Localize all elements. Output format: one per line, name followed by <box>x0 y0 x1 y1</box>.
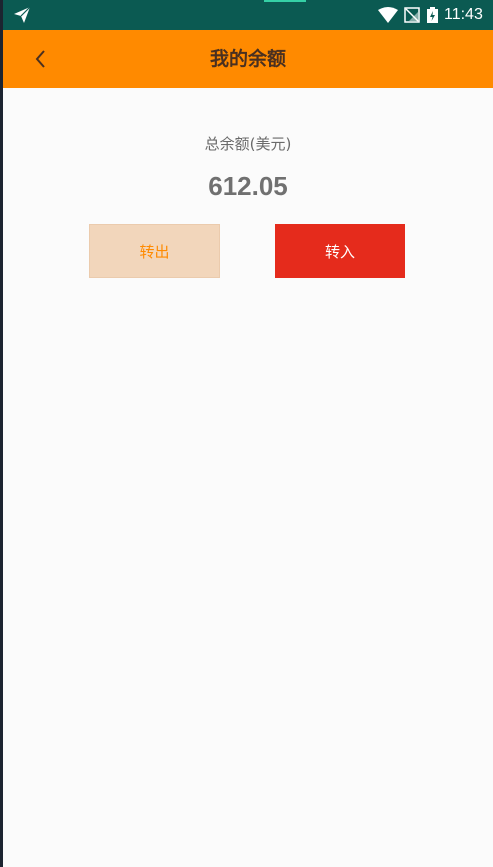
notification-indicator <box>264 0 306 2</box>
status-time: 11:43 <box>444 6 483 23</box>
balance-value: 612.05 <box>208 171 288 201</box>
send-icon <box>14 6 31 23</box>
app-screen: 11:43 我的余额 总余额(美元) 612.05 转出 转入 <box>3 0 493 867</box>
transfer-out-button[interactable]: 转出 <box>89 224 220 278</box>
page-title: 我的余额 <box>209 48 286 70</box>
app-bar: 我的余额 <box>3 30 493 88</box>
transfer-in-button[interactable]: 转入 <box>275 224 405 278</box>
no-signal-icon <box>404 7 420 23</box>
balance-label: 总余额(美元) <box>204 135 292 153</box>
battery-charging-icon <box>427 7 438 23</box>
back-button[interactable] <box>23 40 59 78</box>
wifi-icon <box>378 7 398 23</box>
chevron-left-icon <box>35 50 45 68</box>
status-bar: 11:43 <box>3 0 493 30</box>
